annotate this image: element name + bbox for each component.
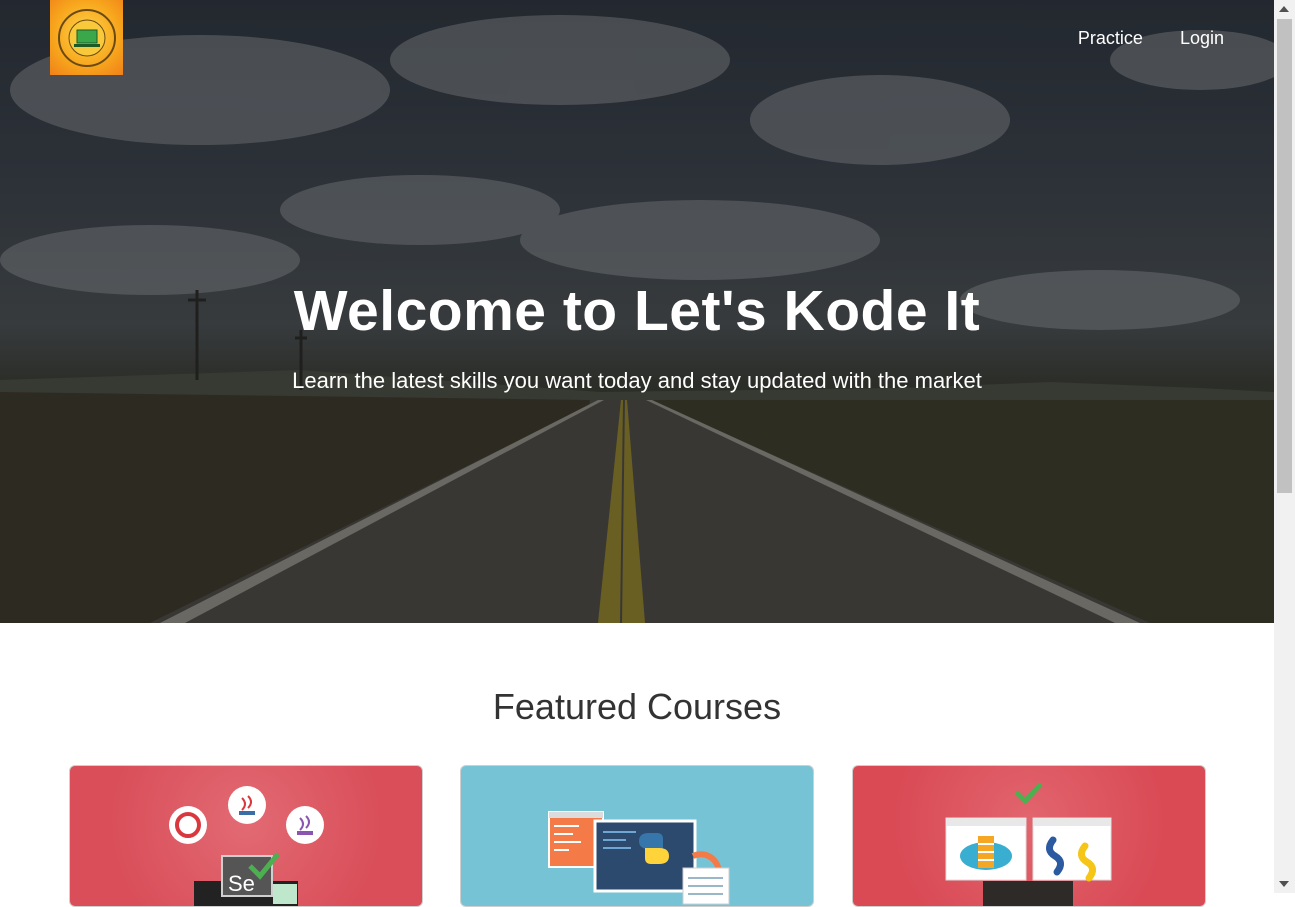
- hero-section: Practice Login Welcome to Let's Kode It …: [0, 0, 1274, 623]
- logo-emblem-icon: [57, 8, 116, 67]
- nav-practice-link[interactable]: Practice: [1078, 28, 1143, 49]
- top-nav: Practice Login: [1078, 28, 1224, 49]
- selenium-java-icon: Se: [169, 786, 324, 906]
- scroll-up-arrow-icon[interactable]: [1279, 6, 1289, 12]
- python-code-icon: [548, 811, 730, 905]
- course-card-selenium-java[interactable]: Se: [69, 765, 423, 907]
- nav-login-link[interactable]: Login: [1180, 28, 1224, 49]
- svg-text:Se: Se: [228, 871, 255, 896]
- hero-subtitle: Learn the latest skills you want today a…: [292, 368, 982, 393]
- course-card-python-servers[interactable]: [852, 765, 1206, 907]
- scroll-down-arrow-icon[interactable]: [1279, 881, 1289, 887]
- python-servers-icon: [945, 782, 1112, 906]
- hero-title: Welcome to Let's Kode It: [293, 279, 981, 343]
- site-logo[interactable]: [50, 0, 123, 75]
- page-scrollbar[interactable]: [1274, 0, 1295, 893]
- scroll-thumb[interactable]: [1277, 19, 1292, 493]
- featured-courses-heading: Featured Courses: [492, 686, 782, 727]
- course-card-python[interactable]: [460, 765, 814, 907]
